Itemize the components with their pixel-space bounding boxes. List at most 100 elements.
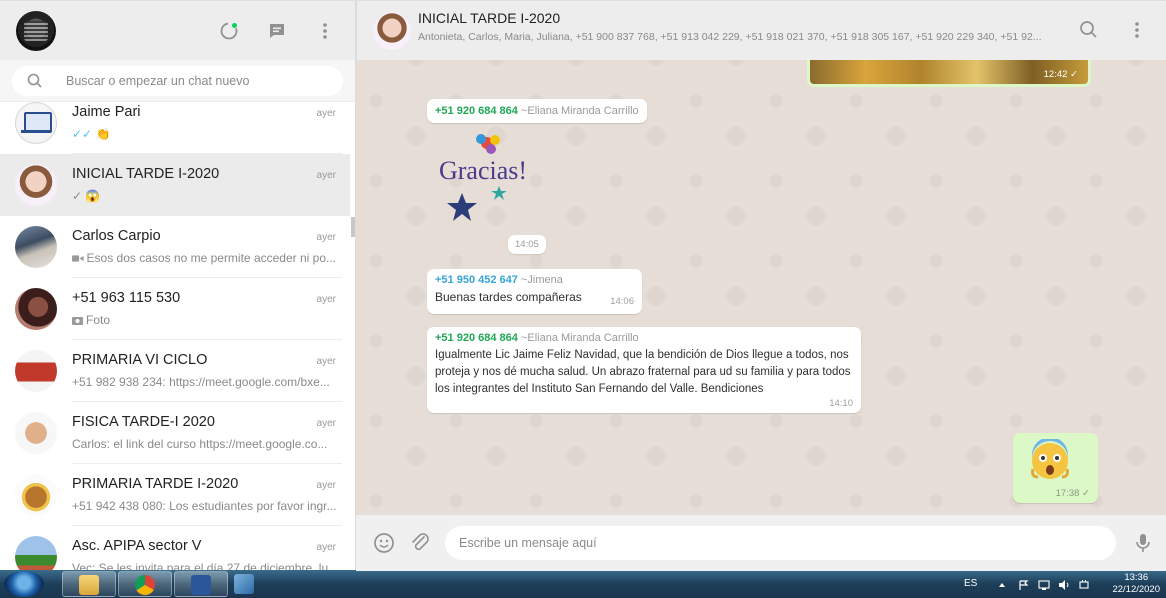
chat-preview: ✓✓ 👏 — [72, 127, 111, 141]
chat-preview: ✓ 😱 — [72, 189, 101, 203]
taskbar-app[interactable] — [230, 571, 260, 597]
message-time: 12:42 ✓ — [1043, 69, 1078, 80]
chat-name: INICIAL TARDE I-2020 — [72, 166, 220, 182]
volume-icon[interactable] — [1058, 578, 1070, 590]
chat-item-inicial-tarde[interactable]: INICIAL TARDE I-2020 ayer ✓ 😱 — [0, 154, 350, 216]
microphone-icon[interactable] — [1131, 531, 1155, 555]
menu-icon[interactable] — [315, 21, 335, 41]
avatar — [15, 226, 57, 268]
scream-emoji-icon — [1031, 439, 1069, 479]
gracias-sticker[interactable]: Gracias! — [437, 131, 547, 226]
network-icon[interactable] — [1038, 578, 1050, 590]
message-sender: +51 950 452 647 ~Jimena — [435, 274, 634, 286]
chrome-icon — [135, 575, 155, 595]
search-bar — [0, 60, 355, 102]
avatar — [15, 350, 57, 392]
message-sender: +51 920 684 864 ~Eliana Miranda Carrillo — [435, 332, 853, 344]
sender-alias: ~Eliana Miranda Carrillo — [520, 105, 639, 117]
chat-name: +51 963 115 530 — [72, 290, 181, 306]
message-input[interactable] — [459, 536, 1099, 550]
status-icon[interactable] — [219, 21, 239, 41]
message-time: 14:05 — [508, 235, 546, 254]
search-box[interactable] — [12, 66, 343, 96]
sender-number[interactable]: +51 920 684 864 — [435, 332, 518, 344]
search-input[interactable] — [66, 74, 326, 88]
whatsapp-window: Jaime Pari ayer ✓✓ 👏 INICIAL TARDE I-202… — [0, 0, 1166, 571]
message-time: 14:10 — [829, 398, 853, 409]
folder-icon — [79, 575, 99, 595]
chat-item-fisica-tarde[interactable]: FISICA TARDE-I 2020 ayer Carlos: el link… — [0, 402, 350, 464]
sticker-graphic: Gracias! — [439, 134, 527, 221]
chat-time: ayer — [316, 294, 336, 305]
start-button[interactable] — [4, 571, 44, 597]
chat-list: Jaime Pari ayer ✓✓ 👏 INICIAL TARDE I-202… — [0, 102, 355, 571]
message-sender: +51 920 684 864 ~Eliana Miranda Carrillo — [435, 105, 639, 117]
avatar — [15, 102, 57, 144]
chat-time: ayer — [316, 170, 336, 181]
chat-preview: +51 982 938 234: https://meet.google.com… — [72, 375, 330, 389]
sender-alias: ~Jimena — [520, 274, 563, 286]
show-hidden-icon[interactable] — [996, 578, 1008, 590]
conversation-members: Antonieta, Carlos, Maria, Juliana, +51 9… — [418, 31, 1042, 43]
chat-time: ayer — [316, 480, 336, 491]
taskbar-chrome[interactable] — [118, 571, 172, 597]
word-icon — [191, 575, 211, 595]
language-indicator[interactable]: ES — [964, 578, 977, 589]
sender-number[interactable]: +51 920 684 864 — [435, 105, 518, 117]
chat-item-primaria-tarde[interactable]: PRIMARIA TARDE I-2020 ayer +51 942 438 0… — [0, 464, 350, 526]
chat-name: Asc. APIPA sector V — [72, 538, 202, 554]
sender-alias: ~Eliana Miranda Carrillo — [520, 332, 639, 344]
message-bubble: +51 950 452 647 ~Jimena Buenas tardes co… — [427, 269, 642, 314]
group-avatar[interactable] — [373, 11, 411, 50]
sidebar: Jaime Pari ayer ✓✓ 👏 INICIAL TARDE I-202… — [0, 1, 356, 571]
chat-item-51-963[interactable]: +51 963 115 530 ayer Foto — [0, 278, 350, 340]
chat-preview: Esos dos casos no me permite acceder ni … — [72, 251, 336, 265]
chat-item-primaria-vi[interactable]: PRIMARIA VI CICLO ayer +51 982 938 234: … — [0, 340, 350, 402]
power-icon[interactable] — [1078, 578, 1090, 590]
chat-time: ayer — [316, 108, 336, 119]
chat-name: Carlos Carpio — [72, 228, 161, 244]
conversation-title: INICIAL TARDE I-2020 — [418, 10, 561, 26]
message-sender-bubble: +51 920 684 864 ~Eliana Miranda Carrillo — [427, 99, 647, 123]
chat-preview: Foto — [72, 313, 336, 327]
outgoing-message: 17:38 ✓ — [1013, 433, 1098, 503]
chat-name: PRIMARIA TARDE I-2020 — [72, 476, 239, 492]
taskbar-word[interactable] — [174, 571, 228, 597]
chat-time: ayer — [316, 356, 336, 367]
emoji-icon[interactable] — [372, 531, 396, 555]
chat-item-apipa[interactable]: Asc. APIPA sector V ayer Vec: Se les inv… — [0, 526, 350, 571]
taskbar-explorer[interactable] — [62, 571, 116, 597]
conversation-menu-icon[interactable] — [1126, 19, 1148, 41]
video-icon — [72, 254, 84, 262]
attach-icon[interactable] — [408, 531, 432, 555]
search-messages-icon[interactable] — [1078, 19, 1100, 41]
sticker-text: Gracias! — [439, 156, 527, 185]
windows-taskbar: ES 13:36 22/12/2020 — [0, 570, 1166, 598]
action-center-icon[interactable] — [1018, 578, 1030, 590]
chat-preview: Carlos: el link del curso https://meet.g… — [72, 437, 328, 451]
chat-item-jaime-pari[interactable]: Jaime Pari ayer ✓✓ 👏 — [0, 102, 350, 154]
system-tray: ES 13:36 22/12/2020 — [956, 570, 1166, 598]
camera-icon — [72, 317, 83, 325]
avatar — [15, 474, 57, 516]
chat-time: ayer — [316, 418, 336, 429]
chat-time: ayer — [316, 542, 336, 553]
message-field[interactable] — [445, 526, 1116, 560]
avatar — [15, 412, 57, 454]
chat-preview-text: Foto — [86, 313, 111, 327]
clock-time: 13:36 — [1124, 572, 1149, 583]
sender-number[interactable]: +51 950 452 647 — [435, 274, 518, 286]
chat-preview-text: Esos dos casos no me permite acceder ni … — [86, 251, 336, 265]
message-body: Buenas tardes compañeras — [435, 290, 582, 304]
conversation-header[interactable]: INICIAL TARDE I-2020 Antonieta, Carlos, … — [356, 1, 1166, 60]
search-icon — [26, 72, 44, 90]
profile-avatar[interactable] — [16, 10, 56, 51]
message-bubble: +51 920 684 864 ~Eliana Miranda Carrillo… — [427, 327, 861, 413]
chat-preview: +51 942 438 080: Los estudiantes por fav… — [72, 499, 336, 513]
system-clock[interactable]: 13:36 22/12/2020 — [1112, 572, 1160, 596]
avatar — [15, 288, 57, 330]
chat-name: PRIMARIA VI CICLO — [72, 352, 208, 368]
message-text: Igualmente Lic Jaime Feliz Navidad, que … — [435, 349, 851, 395]
chat-item-carlos-carpio[interactable]: Carlos Carpio ayer Esos dos casos no me … — [0, 216, 350, 278]
new-chat-icon[interactable] — [267, 21, 287, 41]
